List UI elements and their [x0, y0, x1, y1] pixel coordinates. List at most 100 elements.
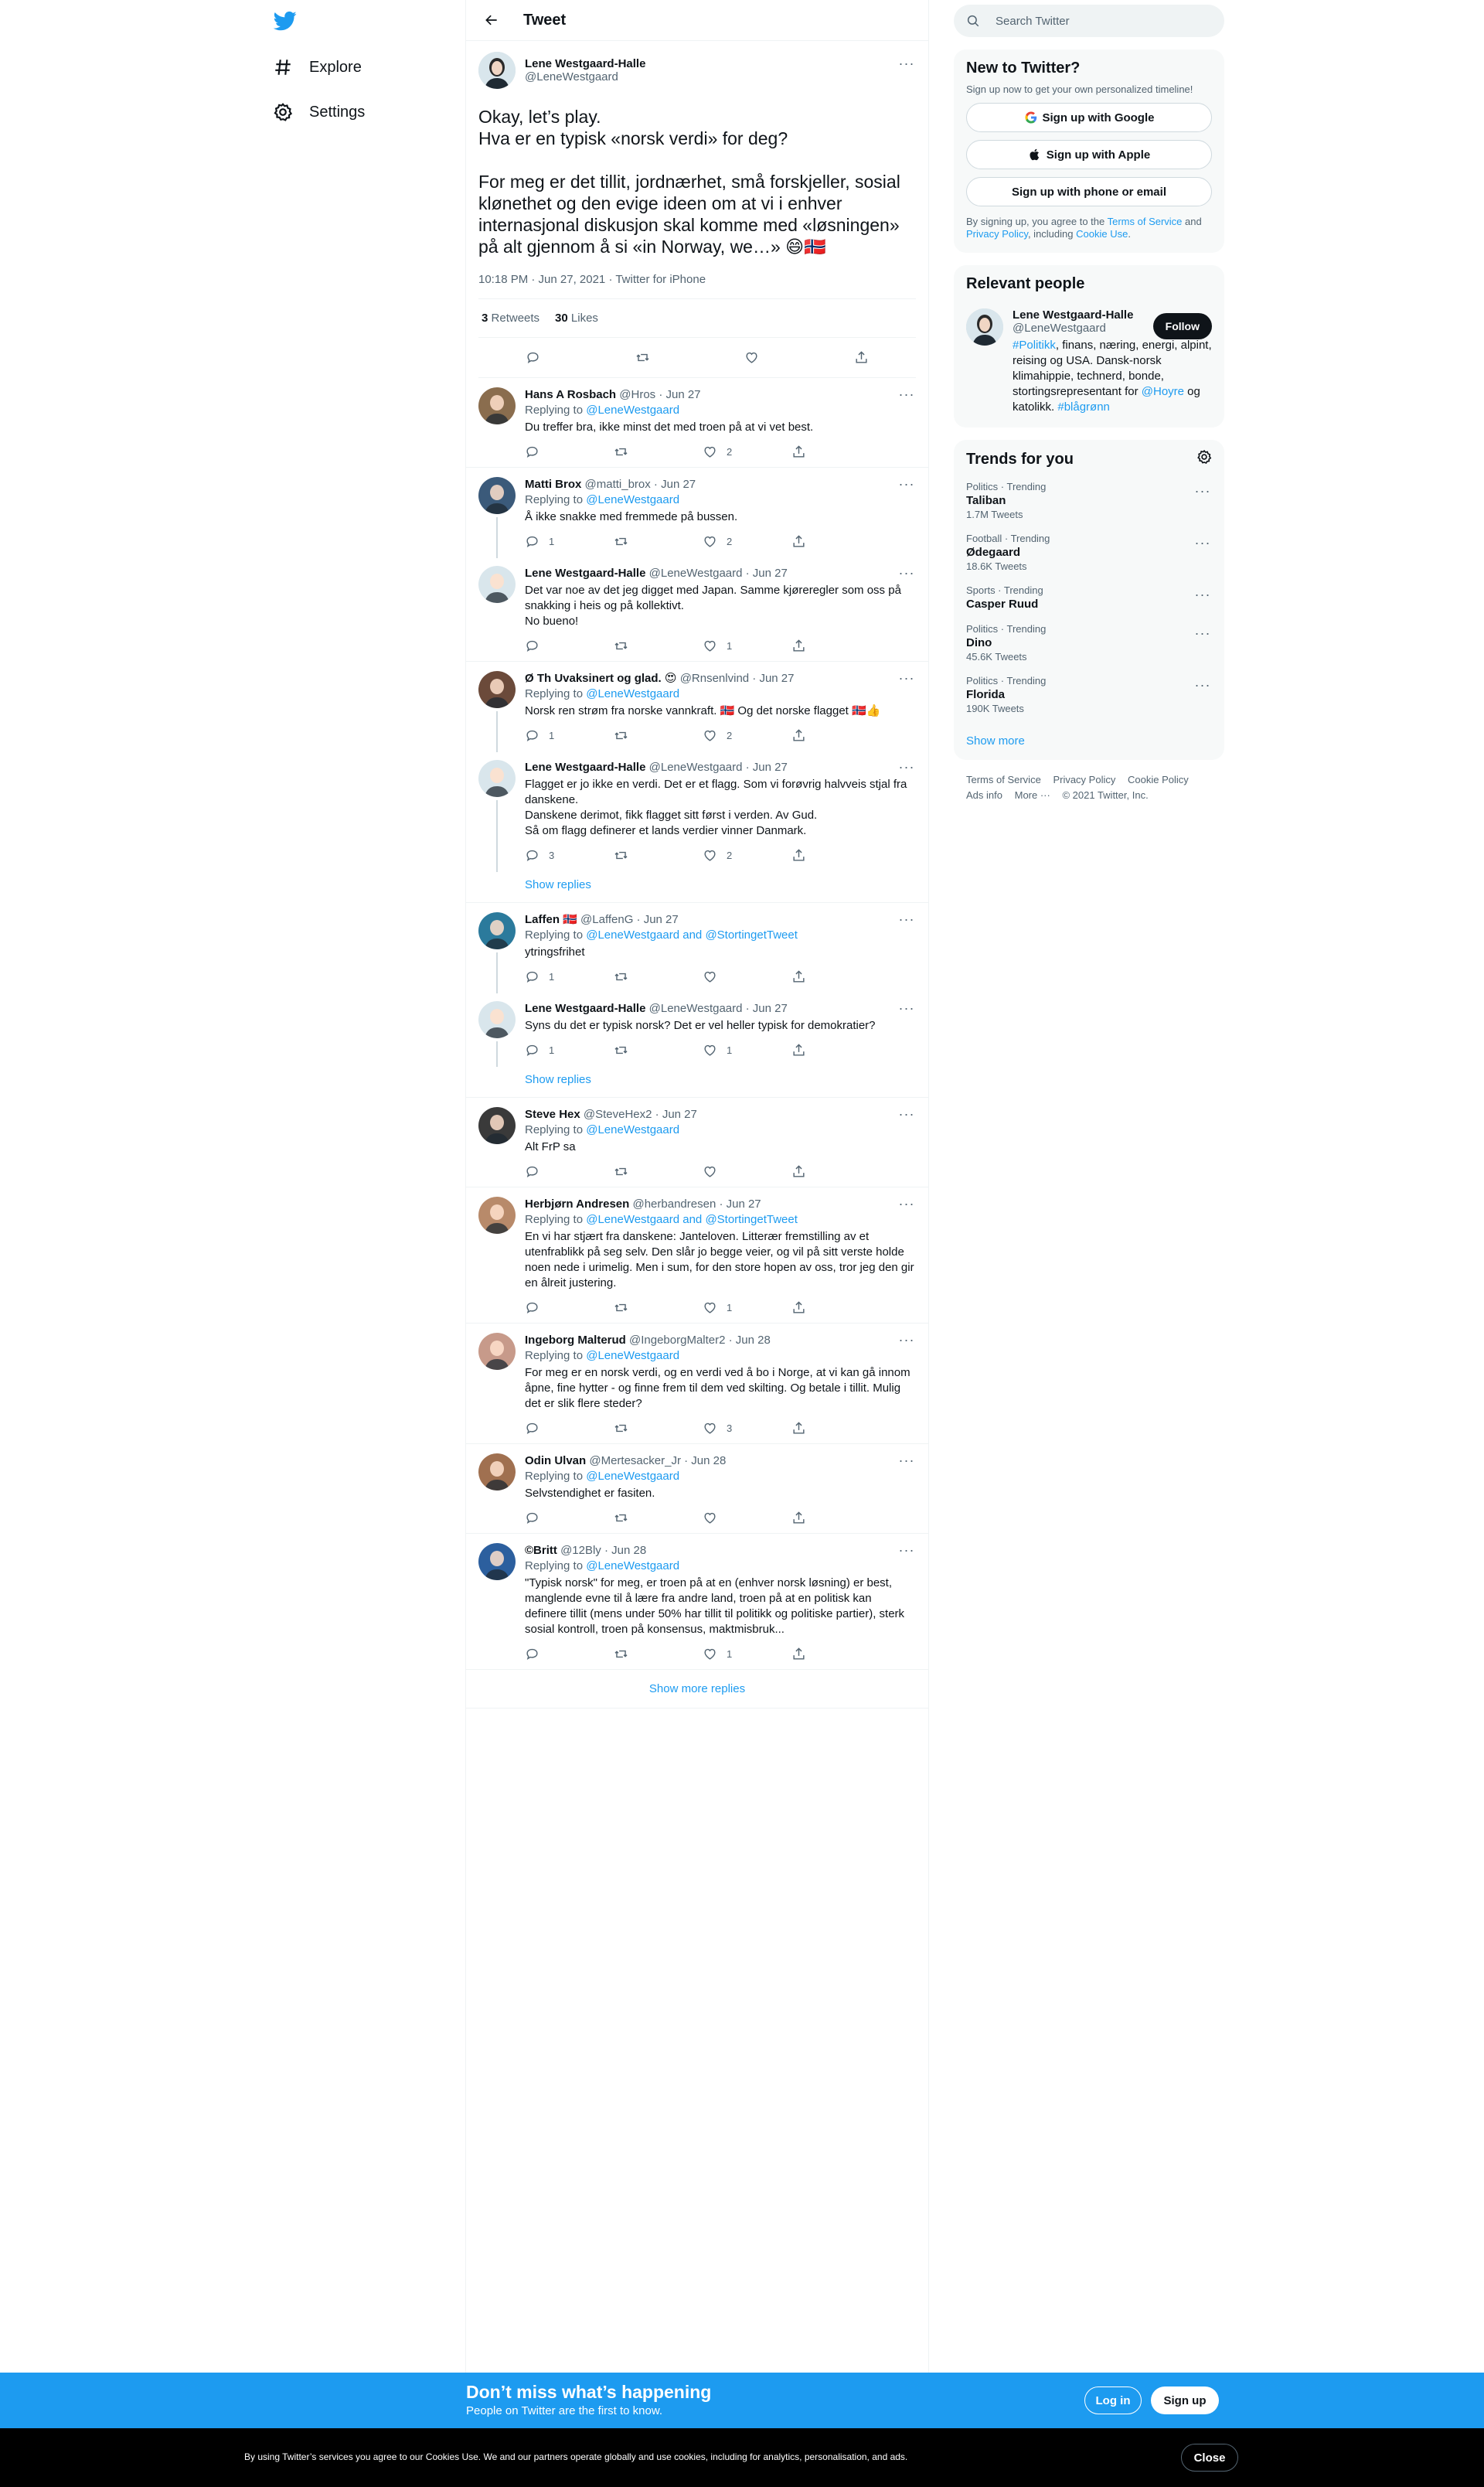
show-replies-link[interactable]: Show replies [466, 1065, 928, 1098]
reply-author-handle[interactable]: @12Bly · Jun 28 [560, 1544, 646, 1557]
avatar[interactable] [478, 566, 516, 603]
reply-author-name[interactable]: Lene Westgaard-Halle [525, 761, 645, 774]
mention-link[interactable]: @LeneWestgaard [586, 1349, 679, 1362]
mention-link[interactable]: @LeneWestgaard [586, 404, 679, 417]
share-icon[interactable] [854, 350, 869, 365]
like-icon[interactable] [703, 969, 764, 984]
hashtag-link[interactable]: #Politikk [1013, 339, 1056, 352]
mention-link[interactable]: @LeneWestgaard [586, 1123, 679, 1136]
share-icon[interactable] [791, 1043, 853, 1058]
follow-button[interactable]: Follow [1152, 313, 1212, 339]
search-input[interactable]: Search Twitter [954, 5, 1224, 37]
twitter-bird-icon[interactable] [272, 9, 298, 32]
retweet-icon[interactable] [614, 728, 676, 743]
avatar[interactable] [478, 387, 516, 424]
mention-link[interactable]: @Hoyre [1142, 385, 1184, 398]
reply-author-name[interactable]: Odin Ulvan [525, 1454, 586, 1467]
more-options-icon[interactable]: ··· [897, 56, 916, 71]
mention-link[interactable]: @LeneWestgaard [586, 1470, 679, 1483]
more-options-icon[interactable]: ··· [897, 565, 916, 581]
reply-tweet[interactable]: Odin Ulvan @Mertesacker_Jr · Jun 28 ··· Re… [466, 1444, 928, 1534]
more-options-icon[interactable]: ··· [1193, 535, 1212, 550]
reply-icon[interactable]: 1 [525, 969, 587, 984]
hashtag-link[interactable]: #blågrønn [1057, 400, 1110, 414]
avatar[interactable] [478, 760, 516, 797]
share-icon[interactable] [791, 1164, 853, 1179]
share-icon[interactable] [791, 1647, 853, 1661]
more-options-icon[interactable]: ··· [1193, 483, 1212, 499]
footer-link[interactable]: Terms of Service [966, 774, 1041, 785]
avatar[interactable] [478, 1197, 516, 1234]
more-options-icon[interactable]: ··· [897, 1542, 916, 1558]
reply-author-name[interactable]: Hans A Rosbach [525, 388, 616, 401]
share-icon[interactable] [791, 1421, 853, 1436]
retweets-stat[interactable]: 3 Retweets [482, 312, 539, 325]
reply-author-name[interactable]: Lene Westgaard-Halle [525, 567, 645, 580]
more-options-icon[interactable]: ··· [897, 1106, 916, 1122]
reply-author-handle[interactable]: @LeneWestgaard · Jun 27 [649, 761, 788, 774]
reply-icon[interactable] [525, 1647, 587, 1661]
reply-icon[interactable] [525, 1164, 587, 1179]
reply-author-handle[interactable]: @SteveHex2 · Jun 27 [584, 1108, 697, 1121]
signup-phone-email-button[interactable]: Sign up with phone or email [966, 177, 1212, 206]
like-icon[interactable] [744, 350, 759, 365]
more-options-icon[interactable]: ··· [897, 911, 916, 927]
more-options-icon[interactable]: ··· [1193, 677, 1212, 693]
retweet-icon[interactable] [614, 1647, 676, 1661]
signup-button[interactable]: Sign up [1151, 2386, 1219, 2414]
reply-author-handle[interactable]: @LeneWestgaard · Jun 27 [649, 567, 788, 580]
avatar[interactable] [478, 1001, 516, 1038]
mention-link[interactable]: @LeneWestgaard and @StortingetTweet [586, 1213, 798, 1226]
like-icon[interactable] [703, 1511, 764, 1525]
reply-tweet[interactable]: Herbjørn Andresen @herbandresen · Jun 27… [466, 1187, 928, 1324]
share-icon[interactable] [791, 728, 853, 743]
footer-link[interactable]: More ··· [1015, 789, 1050, 801]
share-icon[interactable] [791, 848, 853, 863]
reply-icon[interactable] [525, 1300, 587, 1315]
reply-author-handle[interactable]: @herbandresen · Jun 27 [632, 1198, 761, 1211]
cookie-use-link[interactable]: Cookie Use [1076, 228, 1128, 240]
more-options-icon[interactable]: ··· [897, 1000, 916, 1016]
reply-author-name[interactable]: ©Britt [525, 1544, 557, 1557]
retweet-icon[interactable] [614, 1511, 676, 1525]
reply-icon[interactable]: 1 [525, 728, 587, 743]
reply-tweet[interactable]: Steve Hex @SteveHex2 · Jun 27 ··· Replying… [466, 1098, 928, 1187]
avatar[interactable] [478, 1333, 516, 1370]
reply-icon[interactable]: 1 [525, 534, 587, 549]
reply-tweet[interactable]: Ø Th Uvaksinert og glad. 😍 @Rnsenlvind ·… [466, 662, 928, 752]
retweet-icon[interactable] [614, 969, 676, 984]
terms-of-service-link[interactable]: Terms of Service [1108, 216, 1183, 227]
reply-icon[interactable] [525, 1511, 587, 1525]
reply-icon[interactable] [525, 445, 587, 459]
avatar[interactable] [478, 671, 516, 708]
like-icon[interactable] [703, 1164, 764, 1179]
footer-link[interactable]: Privacy Policy [1053, 774, 1115, 785]
login-button[interactable]: Log in [1084, 2386, 1142, 2414]
signup-google-button[interactable]: Sign up with Google [966, 103, 1212, 132]
mention-link[interactable]: @LeneWestgaard and @StortingetTweet [586, 928, 798, 942]
like-icon[interactable]: 2 [703, 728, 764, 743]
share-icon[interactable] [791, 445, 853, 459]
reply-tweet[interactable]: Lene Westgaard-Halle @LeneWestgaard · Ju… [466, 992, 928, 1067]
like-icon[interactable]: 1 [703, 1647, 764, 1661]
mention-link[interactable]: @LeneWestgaard [586, 493, 679, 506]
more-options-icon[interactable]: ··· [897, 759, 916, 775]
retweet-icon[interactable] [614, 639, 676, 653]
reply-icon[interactable] [525, 1421, 587, 1436]
share-icon[interactable] [791, 534, 853, 549]
trend-item[interactable]: Politics · Trending Taliban 1.7M Tweets ··· [966, 481, 1212, 520]
reply-author-name[interactable]: Laffen 🇳🇴 [525, 913, 577, 926]
trend-item[interactable]: Sports · Trending Casper Ruud ··· [966, 584, 1212, 611]
like-icon[interactable]: 3 [703, 1421, 764, 1436]
nav-explore[interactable]: Explore [272, 49, 362, 85]
retweet-icon[interactable] [614, 1164, 676, 1179]
avatar[interactable] [478, 1453, 516, 1490]
reply-icon[interactable] [526, 350, 540, 365]
reply-author-handle[interactable]: @IngeborgMalter2 · Jun 28 [629, 1334, 771, 1347]
reply-author-handle[interactable]: @Mertesacker_Jr · Jun 28 [589, 1454, 726, 1467]
more-options-icon[interactable]: ··· [897, 1453, 916, 1468]
reply-author-name[interactable]: Matti Brox [525, 478, 581, 491]
retweet-icon[interactable] [614, 1421, 676, 1436]
avatar[interactable] [478, 52, 516, 89]
more-options-icon[interactable]: ··· [897, 1332, 916, 1347]
